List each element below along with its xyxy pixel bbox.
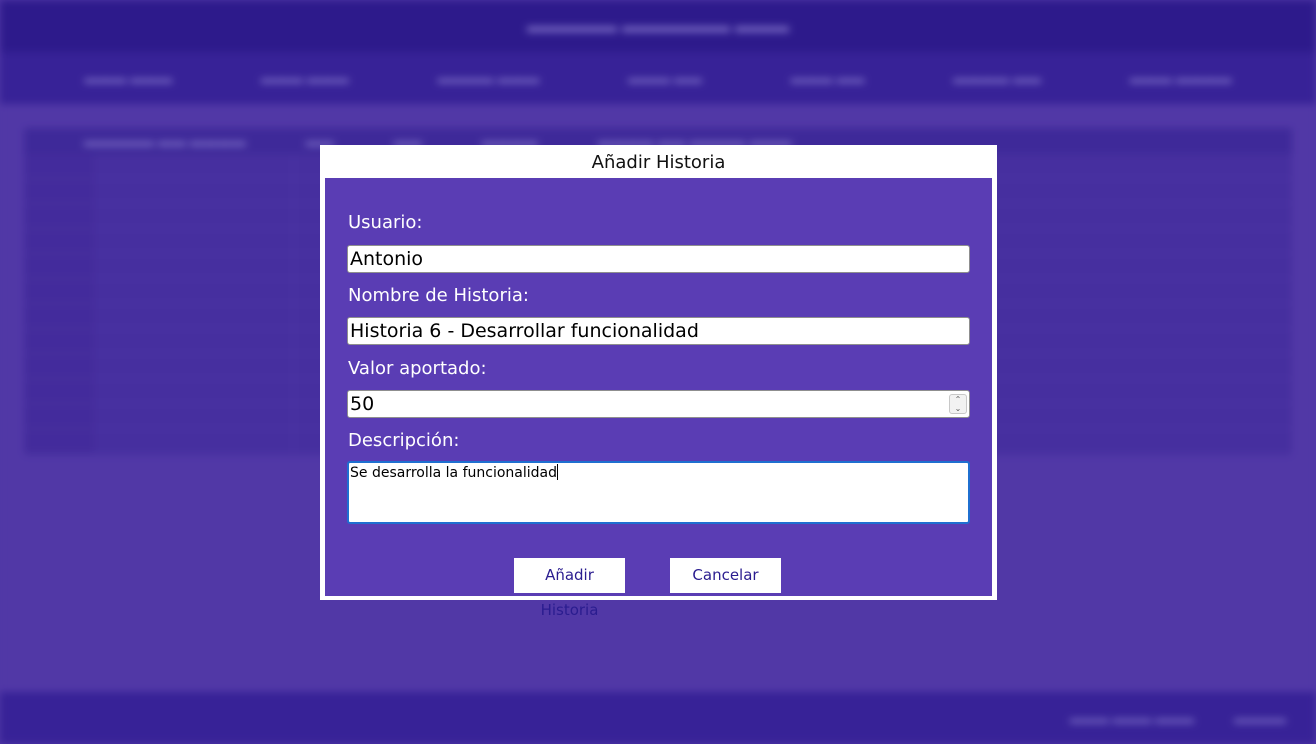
nombre-historia-input[interactable]: Historia 6 - Desarrollar funcionalidad [347, 317, 970, 345]
modal-title: Añadir Historia [591, 152, 726, 173]
modal-body: Usuario: Antonio Nombre de Historia: His… [325, 178, 992, 619]
add-story-modal: Añadir Historia Usuario: Antonio Nombre … [320, 145, 997, 619]
usuario-label: Usuario: [348, 212, 423, 233]
cancel-button[interactable]: Cancelar [670, 558, 781, 593]
usuario-input[interactable]: Antonio [347, 245, 970, 273]
nombre-historia-label: Nombre de Historia: [348, 285, 529, 306]
descripcion-textarea[interactable]: Se desarrolla la funcionalidad [347, 461, 970, 524]
valor-aportado-label: Valor aportado: [348, 358, 487, 379]
valor-aportado-input[interactable]: 50 ⌃ ⌄ [347, 390, 970, 418]
spin-arrows-icon[interactable]: ⌃ ⌄ [949, 394, 967, 414]
text-caret [557, 464, 558, 480]
valor-aportado-value: 50 [350, 393, 375, 415]
descripcion-value: Se desarrolla la funcionalidad [350, 465, 557, 481]
descripcion-label: Descripción: [348, 430, 460, 451]
add-story-button[interactable]: Añadir Historia [514, 558, 625, 619]
